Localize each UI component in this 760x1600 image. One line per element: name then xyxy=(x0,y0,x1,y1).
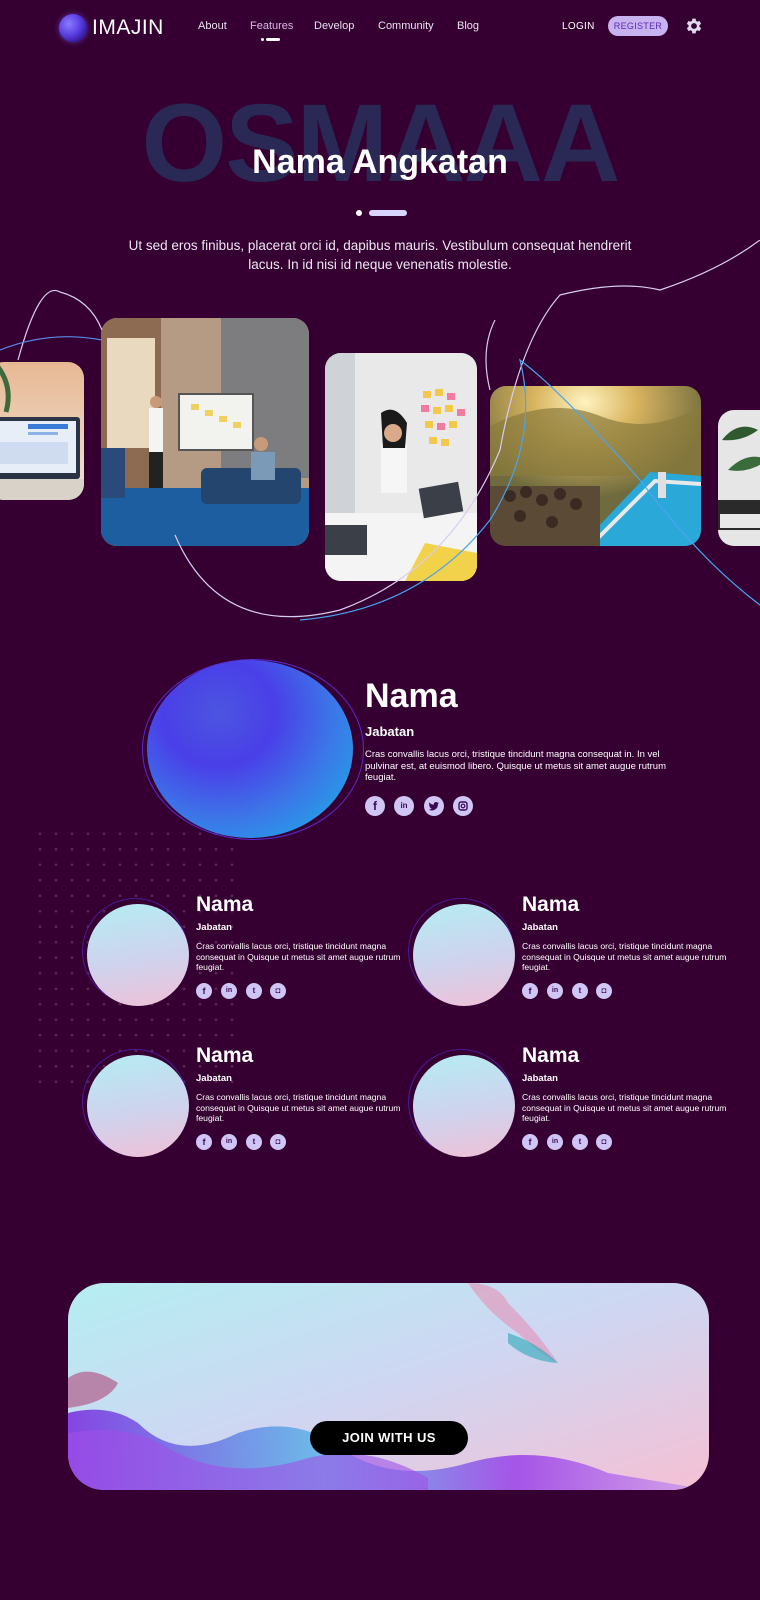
linkedin-icon[interactable]: in xyxy=(221,1134,237,1150)
member-role: Jabatan xyxy=(196,1073,232,1084)
photo-plant-laptop xyxy=(718,410,760,546)
facebook-icon[interactable]: f xyxy=(196,1134,212,1150)
facebook-icon[interactable]: f xyxy=(522,983,538,999)
slider-indicator xyxy=(356,209,408,216)
page-title: Nama Angkatan xyxy=(252,143,508,181)
cta-banner xyxy=(68,1283,709,1490)
photo-laptop-desk xyxy=(0,362,84,500)
login-link[interactable]: LOGIN xyxy=(562,21,595,32)
facebook-icon[interactable]: f xyxy=(196,983,212,999)
gear-icon[interactable] xyxy=(684,16,704,36)
member-role: Jabatan xyxy=(522,922,558,933)
member-role: Jabatan xyxy=(522,1073,558,1084)
member-name: Nama xyxy=(522,893,580,916)
instagram-icon[interactable]: ◘ xyxy=(270,983,286,999)
twitter-icon[interactable]: t xyxy=(246,1134,262,1150)
linkedin-icon[interactable]: in xyxy=(221,983,237,999)
nav-about[interactable]: About xyxy=(198,20,227,32)
member-description: Cras convallis lacus orci, tristique tin… xyxy=(522,1092,727,1123)
instagram-icon[interactable]: ◘ xyxy=(270,1134,286,1150)
twitter-icon[interactable]: t xyxy=(246,983,262,999)
featured-name: Nama xyxy=(365,677,458,715)
instagram-icon[interactable] xyxy=(453,796,473,816)
member-avatar xyxy=(413,904,515,1006)
nav-community[interactable]: Community xyxy=(378,20,434,32)
member-avatar xyxy=(87,904,189,1006)
logo-icon[interactable] xyxy=(59,14,87,42)
nav-develop[interactable]: Develop xyxy=(314,20,354,32)
instagram-icon[interactable]: ◘ xyxy=(596,1134,612,1150)
member-name: Nama xyxy=(196,893,254,916)
member-avatar xyxy=(413,1055,515,1157)
facebook-icon[interactable]: f xyxy=(365,796,385,816)
brand-name[interactable]: IMAJIN xyxy=(92,16,164,40)
instagram-icon[interactable]: ◘ xyxy=(596,983,612,999)
member-description: Cras convallis lacus orci, tristique tin… xyxy=(522,941,727,972)
active-nav-indicator xyxy=(261,38,280,41)
featured-role: Jabatan xyxy=(365,724,415,739)
member-role: Jabatan xyxy=(196,922,232,933)
featured-avatar xyxy=(147,660,353,838)
photo-sticky-notes-wall xyxy=(325,353,477,581)
hero-description: Ut sed eros finibus, placerat orci id, d… xyxy=(128,238,632,272)
facebook-icon[interactable]: f xyxy=(522,1134,538,1150)
twitter-icon[interactable]: t xyxy=(572,983,588,999)
featured-description: Cras convallis lacus orci, tristique tin… xyxy=(365,749,666,783)
member-description: Cras convallis lacus orci, tristique tin… xyxy=(196,1092,401,1123)
member-description: Cras convallis lacus orci, tristique tin… xyxy=(196,941,401,972)
nav-blog[interactable]: Blog xyxy=(457,20,479,32)
twitter-icon[interactable]: t xyxy=(572,1134,588,1150)
linkedin-icon[interactable]: in xyxy=(394,796,414,816)
member-name: Nama xyxy=(522,1044,580,1067)
member-avatar xyxy=(87,1055,189,1157)
linkedin-icon[interactable]: in xyxy=(547,1134,563,1150)
photo-team-presentation xyxy=(101,318,309,546)
register-button[interactable]: REGISTER xyxy=(608,16,668,36)
photo-pool-party xyxy=(490,386,701,546)
join-button[interactable]: JOIN WITH US xyxy=(310,1421,468,1455)
nav-features[interactable]: Features xyxy=(250,20,293,32)
linkedin-icon[interactable]: in xyxy=(547,983,563,999)
member-name: Nama xyxy=(196,1044,254,1067)
twitter-icon[interactable] xyxy=(424,796,444,816)
